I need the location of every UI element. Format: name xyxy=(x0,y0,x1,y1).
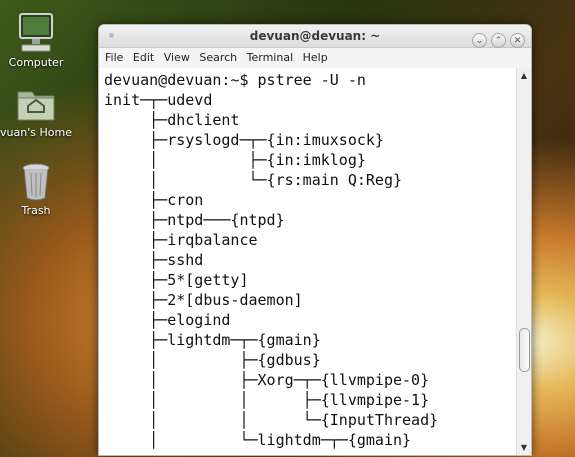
process-tree-line: ├─irqbalance xyxy=(104,231,258,249)
menu-help[interactable]: Help xyxy=(303,48,328,68)
process-tree-line: │ ├─Xorg─┬─{llvmpipe-0} xyxy=(104,371,430,389)
process-tree-line: ├─lightdm─┬─{gmain} xyxy=(104,331,321,349)
desktop-icon-label: Computer xyxy=(8,56,64,69)
home-folder-icon xyxy=(17,91,55,121)
process-tree-line: │ │ ├─{llvmpipe-1} xyxy=(104,391,430,409)
process-tree-line: │ └─{rs:main Q:Reg} xyxy=(104,171,403,189)
computer-icon xyxy=(19,13,53,52)
command-prompt-line: devuan@devuan:~$ pstree -U -n xyxy=(104,71,366,89)
desktop-icon-trash[interactable]: Trash xyxy=(0,160,72,217)
process-tree-line: ├─5*[getty] xyxy=(104,271,249,289)
scroll-down-icon[interactable]: ▼ xyxy=(517,443,531,452)
trash-icon xyxy=(22,163,50,201)
maximize-icon[interactable]: ⌃ xyxy=(491,33,506,48)
process-tree-line: ├─dhclient xyxy=(104,111,240,129)
scrollbar-thumb[interactable] xyxy=(519,328,530,372)
process-tree-line: ├─cron xyxy=(104,191,204,209)
process-tree-line: ├─ntpd───{ntpd} xyxy=(104,211,285,229)
desktop-icon-home[interactable]: vuan's Home xyxy=(0,84,72,139)
terminal-window: devuan@devuan: ~ ⌄ ⌃ ✕ File Edit View Sear… xyxy=(98,24,532,456)
terminal-output[interactable]: devuan@devuan:~$ pstree -U -n init─┬─udev… xyxy=(99,68,517,455)
process-tree-line: init─┬─udevd xyxy=(104,91,213,109)
process-tree-line: │ ├─{gdbus} xyxy=(104,351,321,369)
process-tree-line: │ └─lightdm─┬─{gmain} xyxy=(104,431,412,449)
process-tree-line: ├─elogind xyxy=(104,311,231,329)
desktop-icon-label: Trash xyxy=(21,204,51,217)
process-tree-line: │ │ └─{InputThread} xyxy=(104,411,439,429)
desktop-icon-label: vuan's Home xyxy=(0,126,72,139)
close-icon[interactable]: ✕ xyxy=(510,33,525,48)
menu-view[interactable]: View xyxy=(164,48,190,68)
minimize-icon[interactable]: ⌄ xyxy=(472,33,487,48)
process-tree-line: ├─rsyslogd─┬─{in:imuxsock} xyxy=(104,131,384,149)
menu-terminal[interactable]: Terminal xyxy=(247,48,294,68)
process-tree-line: ├─2*[dbus-daemon] xyxy=(104,291,303,309)
process-tree-line: ├─sshd xyxy=(104,251,204,269)
window-title: devuan@devuan: ~ xyxy=(249,29,381,43)
menu-search[interactable]: Search xyxy=(199,48,237,68)
desktop-icon-computer[interactable]: Computer xyxy=(0,10,72,69)
menu-file[interactable]: File xyxy=(105,48,123,68)
scroll-up-icon[interactable]: ▲ xyxy=(517,71,531,80)
process-tree-line: │ ├─{in:imklog} xyxy=(104,151,366,169)
window-titlebar[interactable]: devuan@devuan: ~ ⌄ ⌃ ✕ xyxy=(99,25,531,48)
menu-edit[interactable]: Edit xyxy=(133,48,154,68)
menu-bar: File Edit View Search Terminal Help xyxy=(99,48,531,68)
scrollbar[interactable]: ▲ ▼ xyxy=(516,68,531,455)
